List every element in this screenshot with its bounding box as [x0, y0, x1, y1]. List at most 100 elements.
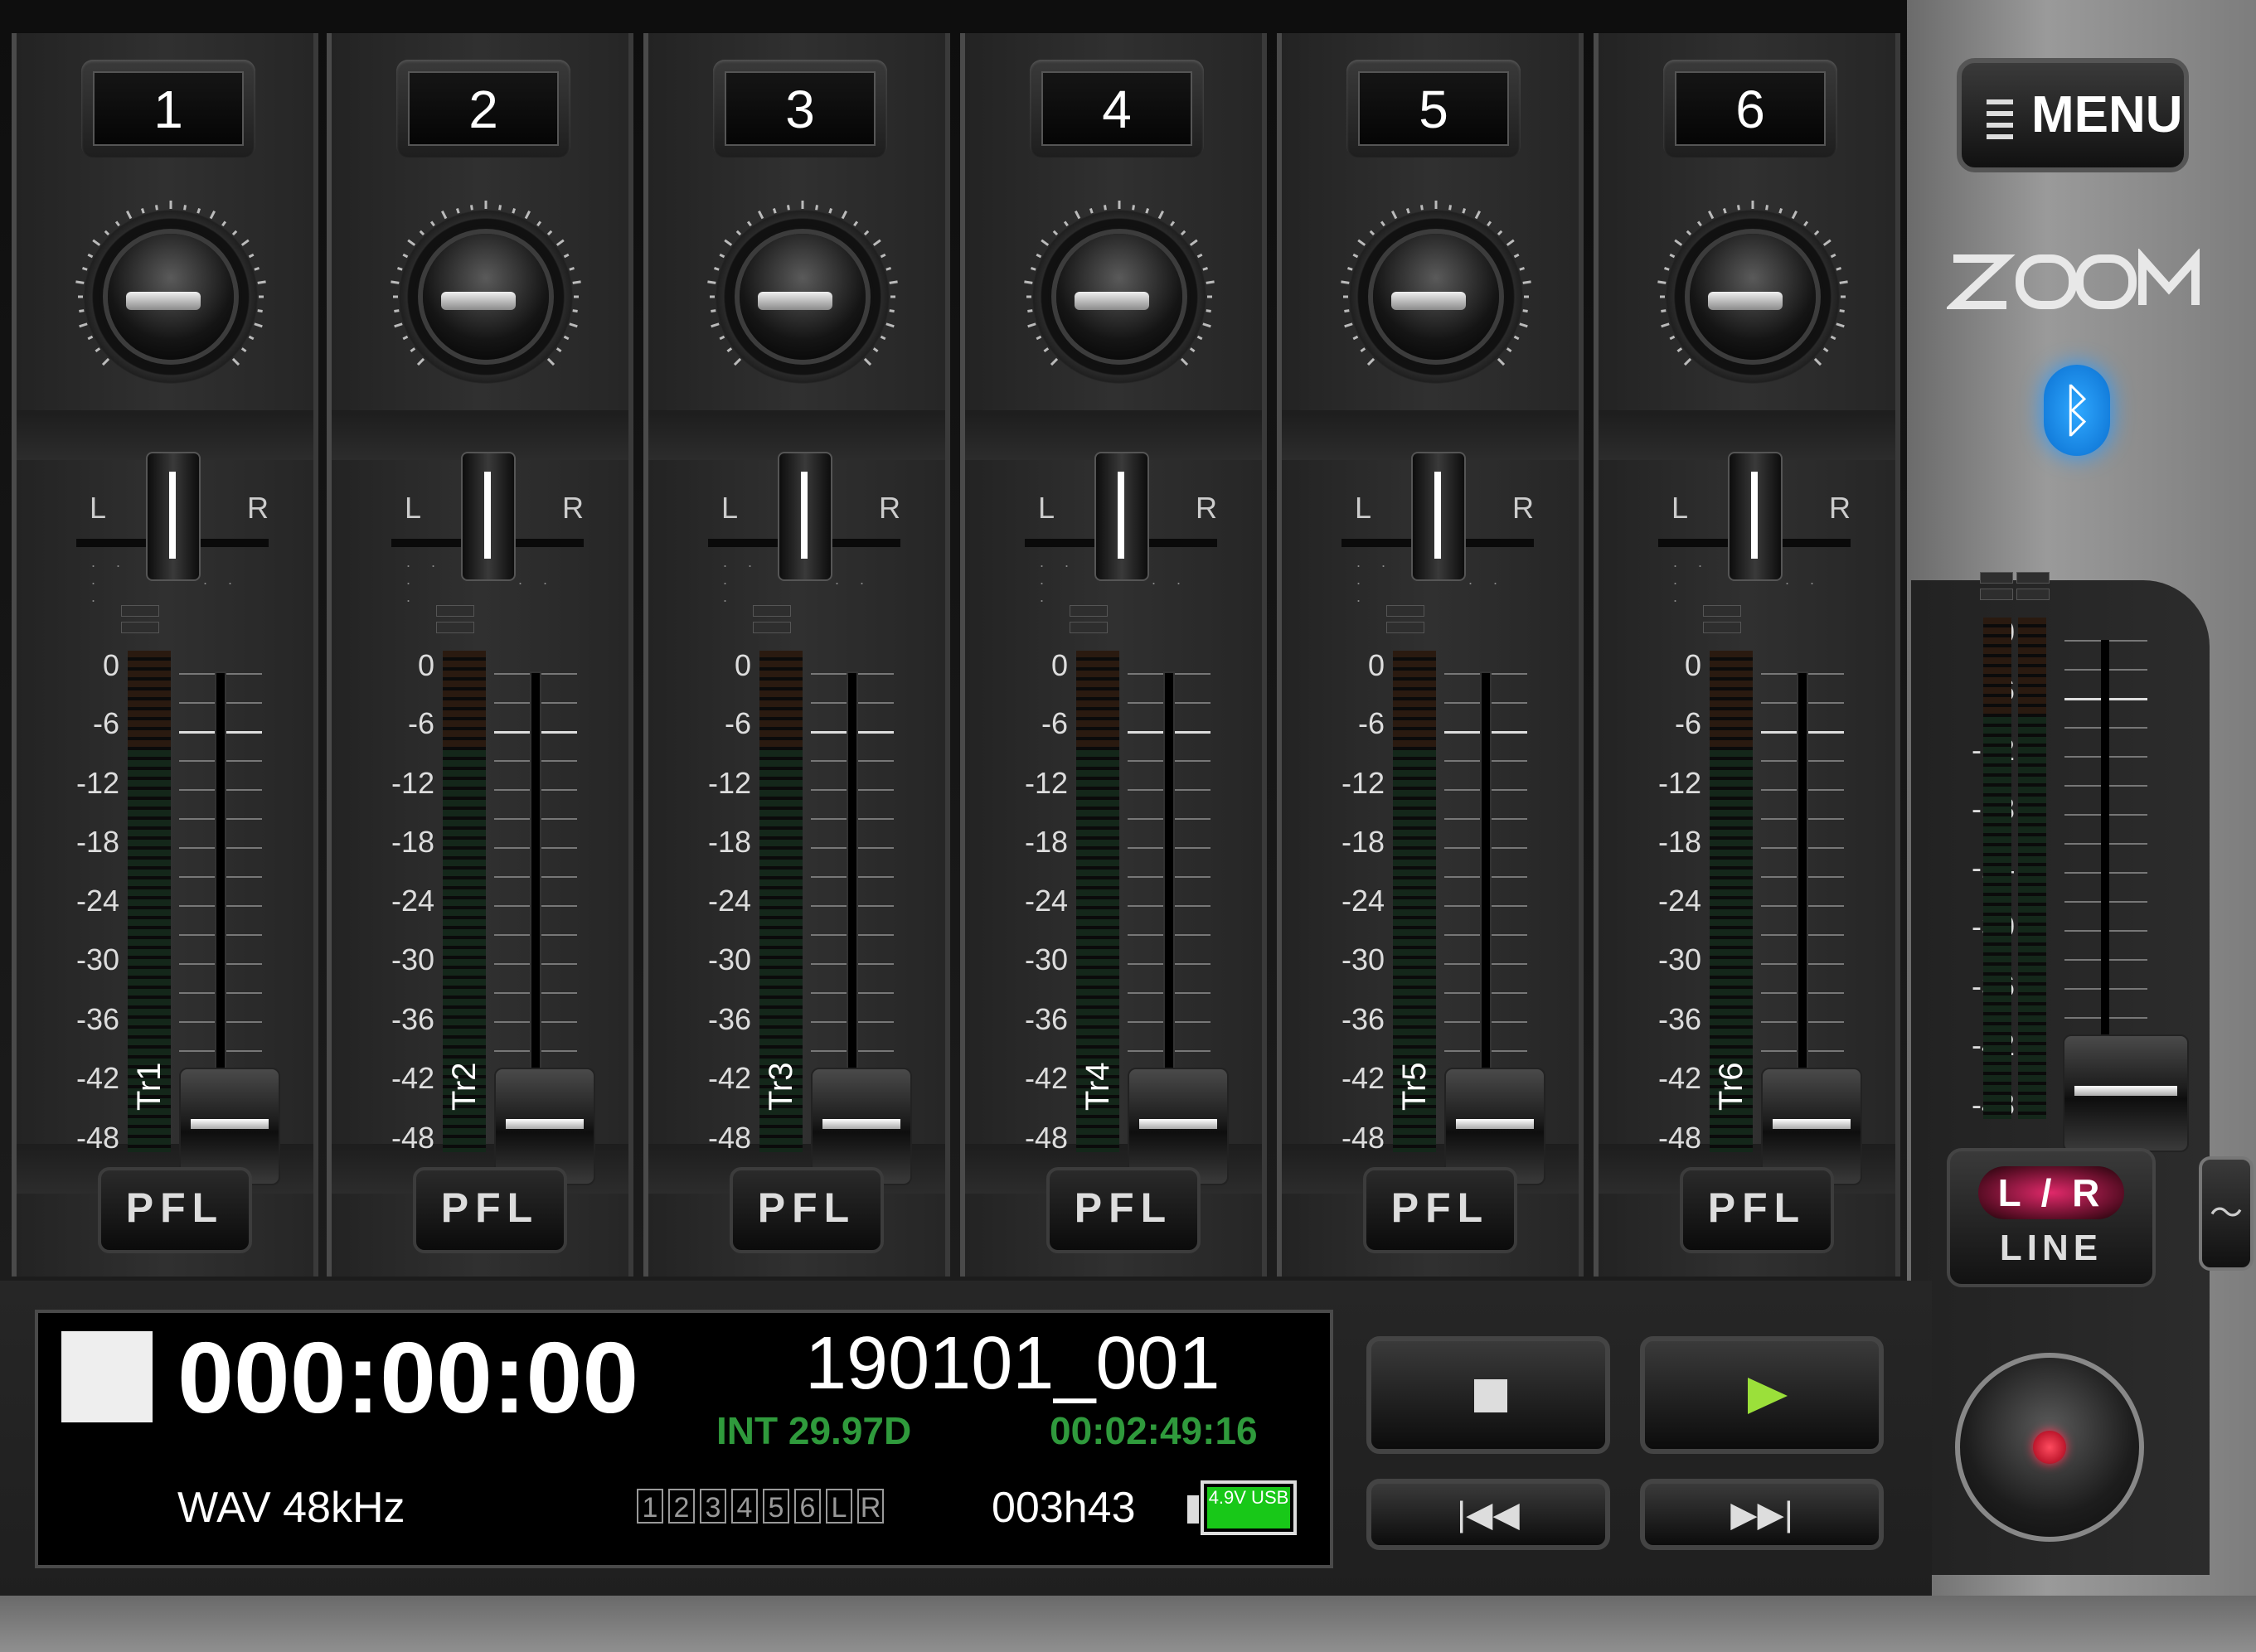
meter-scale: 0 -6 -12 -18 -24 -30 -36 -42 -48 — [1647, 648, 1710, 1162]
channel-strip: 4LR. . . . . . 0 -6 -12 -18 -24 -30 -36 -42 -48 Tr… — [960, 33, 1267, 1277]
trim-knob[interactable] — [705, 199, 900, 395]
channel-strip: 1LR. . . . . . 0 -6 -12 -18 -24 -30 -36 -42 -48 Tr… — [12, 33, 318, 1277]
meter-scale-label: -6 — [1357, 706, 1385, 740]
battery-label: 4.9V USB — [1207, 1487, 1290, 1528]
menu-label: MENU — [2031, 86, 2183, 143]
play-icon — [1748, 1378, 1788, 1414]
meter-scale: 0 -6 -12 -18 -24 -30 -36 -42 -48 — [1013, 648, 1076, 1162]
meter-scale-label: -48 — [391, 1121, 434, 1155]
meter-scale: 0 -6 -12 -18 -24 -30 -36 -42 -48 — [65, 648, 128, 1162]
meter-scale-label: -6 — [92, 706, 119, 740]
pan-slider[interactable] — [1094, 452, 1149, 581]
channel-number-button[interactable]: 3 — [713, 60, 887, 157]
trim-knob[interactable] — [1655, 199, 1851, 395]
channel-number-button[interactable]: 5 — [1346, 60, 1521, 157]
meter-scale-label: -18 — [1657, 825, 1701, 859]
pfl-button[interactable]: PFL — [98, 1167, 252, 1253]
knob-cap — [423, 234, 549, 360]
record-format: WAV 48kHz — [177, 1484, 405, 1532]
meter-scale-label: 0 — [1367, 648, 1385, 682]
track-flag: R — [857, 1489, 884, 1524]
meter-scale-label: -24 — [75, 884, 119, 918]
peak-indicators — [1070, 605, 1108, 638]
meter-scale-label: 0 — [1684, 648, 1701, 682]
play-button[interactable] — [1640, 1336, 1884, 1454]
battery-icon: 4.9V USB — [1201, 1480, 1297, 1535]
channel-number: 5 — [1358, 71, 1509, 146]
meter-scale-label: -36 — [1657, 1002, 1701, 1036]
meter-scale-label: -12 — [707, 766, 751, 800]
rewind-button[interactable]: |◀◀ — [1366, 1479, 1610, 1550]
pan-left-label: L — [405, 491, 422, 525]
pfl-button[interactable]: PFL — [1680, 1167, 1834, 1253]
record-button[interactable] — [1955, 1353, 2144, 1542]
stop-button[interactable] — [1366, 1336, 1610, 1454]
channel-number: 3 — [725, 71, 876, 146]
meter-scale-label: -6 — [407, 706, 434, 740]
track-label: Tr1 — [131, 1062, 167, 1111]
pan-slider[interactable] — [778, 452, 832, 581]
peak-indicators — [1386, 605, 1424, 638]
meter-scale-label: -24 — [1024, 884, 1068, 918]
pan-slider[interactable] — [1728, 452, 1783, 581]
pfl-button[interactable]: PFL — [730, 1167, 884, 1253]
remaining-time: 003h43 — [992, 1484, 1136, 1532]
bluetooth-icon[interactable]: ᛒ — [2044, 365, 2110, 456]
knob-cap — [1056, 234, 1182, 360]
pan-slider[interactable] — [1411, 452, 1466, 581]
pan-slider[interactable] — [461, 452, 516, 581]
channel-number-button[interactable]: 1 — [81, 60, 255, 157]
pan-right-label: R — [879, 491, 900, 525]
meter-scale-label: -12 — [1657, 766, 1701, 800]
master-fader[interactable] — [2063, 1034, 2189, 1152]
master-meter-left — [1983, 618, 2011, 1119]
track-label: Tr3 — [763, 1062, 799, 1111]
meter-scale-label: -36 — [1024, 1002, 1068, 1036]
pfl-button[interactable]: PFL — [1046, 1167, 1201, 1253]
track-flags: 123456LR — [637, 1489, 889, 1527]
pan-left-label: L — [721, 491, 739, 525]
pan-left-label: L — [1671, 491, 1689, 525]
track-label: Tr2 — [446, 1062, 483, 1111]
hamburger-icon — [1987, 99, 2013, 139]
pan-right-label: R — [1829, 491, 1851, 525]
channel-number-button[interactable]: 4 — [1030, 60, 1204, 157]
channel-number-button[interactable]: 6 — [1663, 60, 1837, 157]
fast-forward-button[interactable]: ▶▶| — [1640, 1479, 1884, 1550]
track-flag: 3 — [700, 1489, 726, 1524]
meter-scale: 0 -6 -12 -18 -24 -30 -36 -42 -48 — [696, 648, 759, 1162]
frame-rate: INT 29.97D — [716, 1409, 912, 1452]
pan-slider[interactable] — [146, 452, 201, 581]
pan-right-label: R — [1196, 491, 1217, 525]
trim-knob[interactable] — [388, 199, 584, 395]
channel-number-button[interactable]: 2 — [396, 60, 570, 157]
wave-icon: 〜 — [2210, 1195, 2243, 1232]
trim-knob[interactable] — [1338, 199, 1534, 395]
meter-scale-label: 0 — [417, 648, 434, 682]
pfl-button[interactable]: PFL — [413, 1167, 567, 1253]
meter-scale-label: -12 — [1024, 766, 1068, 800]
pan-left-label: L — [1355, 491, 1372, 525]
trim-knob[interactable] — [73, 199, 269, 395]
trim-knob[interactable] — [1021, 199, 1217, 395]
status-display: 000:00:00 190101_001 INT 29.97D 00:02:49… — [35, 1310, 1333, 1568]
meter-scale-label: -48 — [75, 1121, 119, 1155]
pan-right-label: R — [247, 491, 269, 525]
channel-strip: 3LR. . . . . . 0 -6 -12 -18 -24 -30 -36 -42 -48 Tr… — [643, 33, 950, 1277]
channel-strip: 6LR. . . . . . 0 -6 -12 -18 -24 -30 -36 -42 -48 Tr… — [1594, 33, 1900, 1277]
channel-number: 4 — [1041, 71, 1192, 146]
pfl-button[interactable]: PFL — [1363, 1167, 1517, 1253]
meter-scale-label: -36 — [1341, 1002, 1385, 1036]
channel-number: 2 — [408, 71, 559, 146]
meter-scale-label: -24 — [1657, 884, 1701, 918]
meter-scale-label: -24 — [1341, 884, 1385, 918]
zoom-mixer-app: 1LR. . . . . . 0 -6 -12 -18 -24 -30 -36 -42 -48 Tr… — [0, 0, 2256, 1652]
menu-button[interactable]: MENU — [1957, 58, 2189, 172]
side-tab[interactable]: 〜 — [2199, 1156, 2254, 1271]
bottom-strip — [0, 1596, 2256, 1652]
master-output-button[interactable]: L / R LINE — [1947, 1148, 2156, 1287]
master-line-label: LINE — [1999, 1228, 2103, 1268]
zoom-logo — [1947, 249, 2200, 309]
master-meter-right — [2018, 618, 2046, 1119]
meter-scale-label: -6 — [1041, 706, 1068, 740]
